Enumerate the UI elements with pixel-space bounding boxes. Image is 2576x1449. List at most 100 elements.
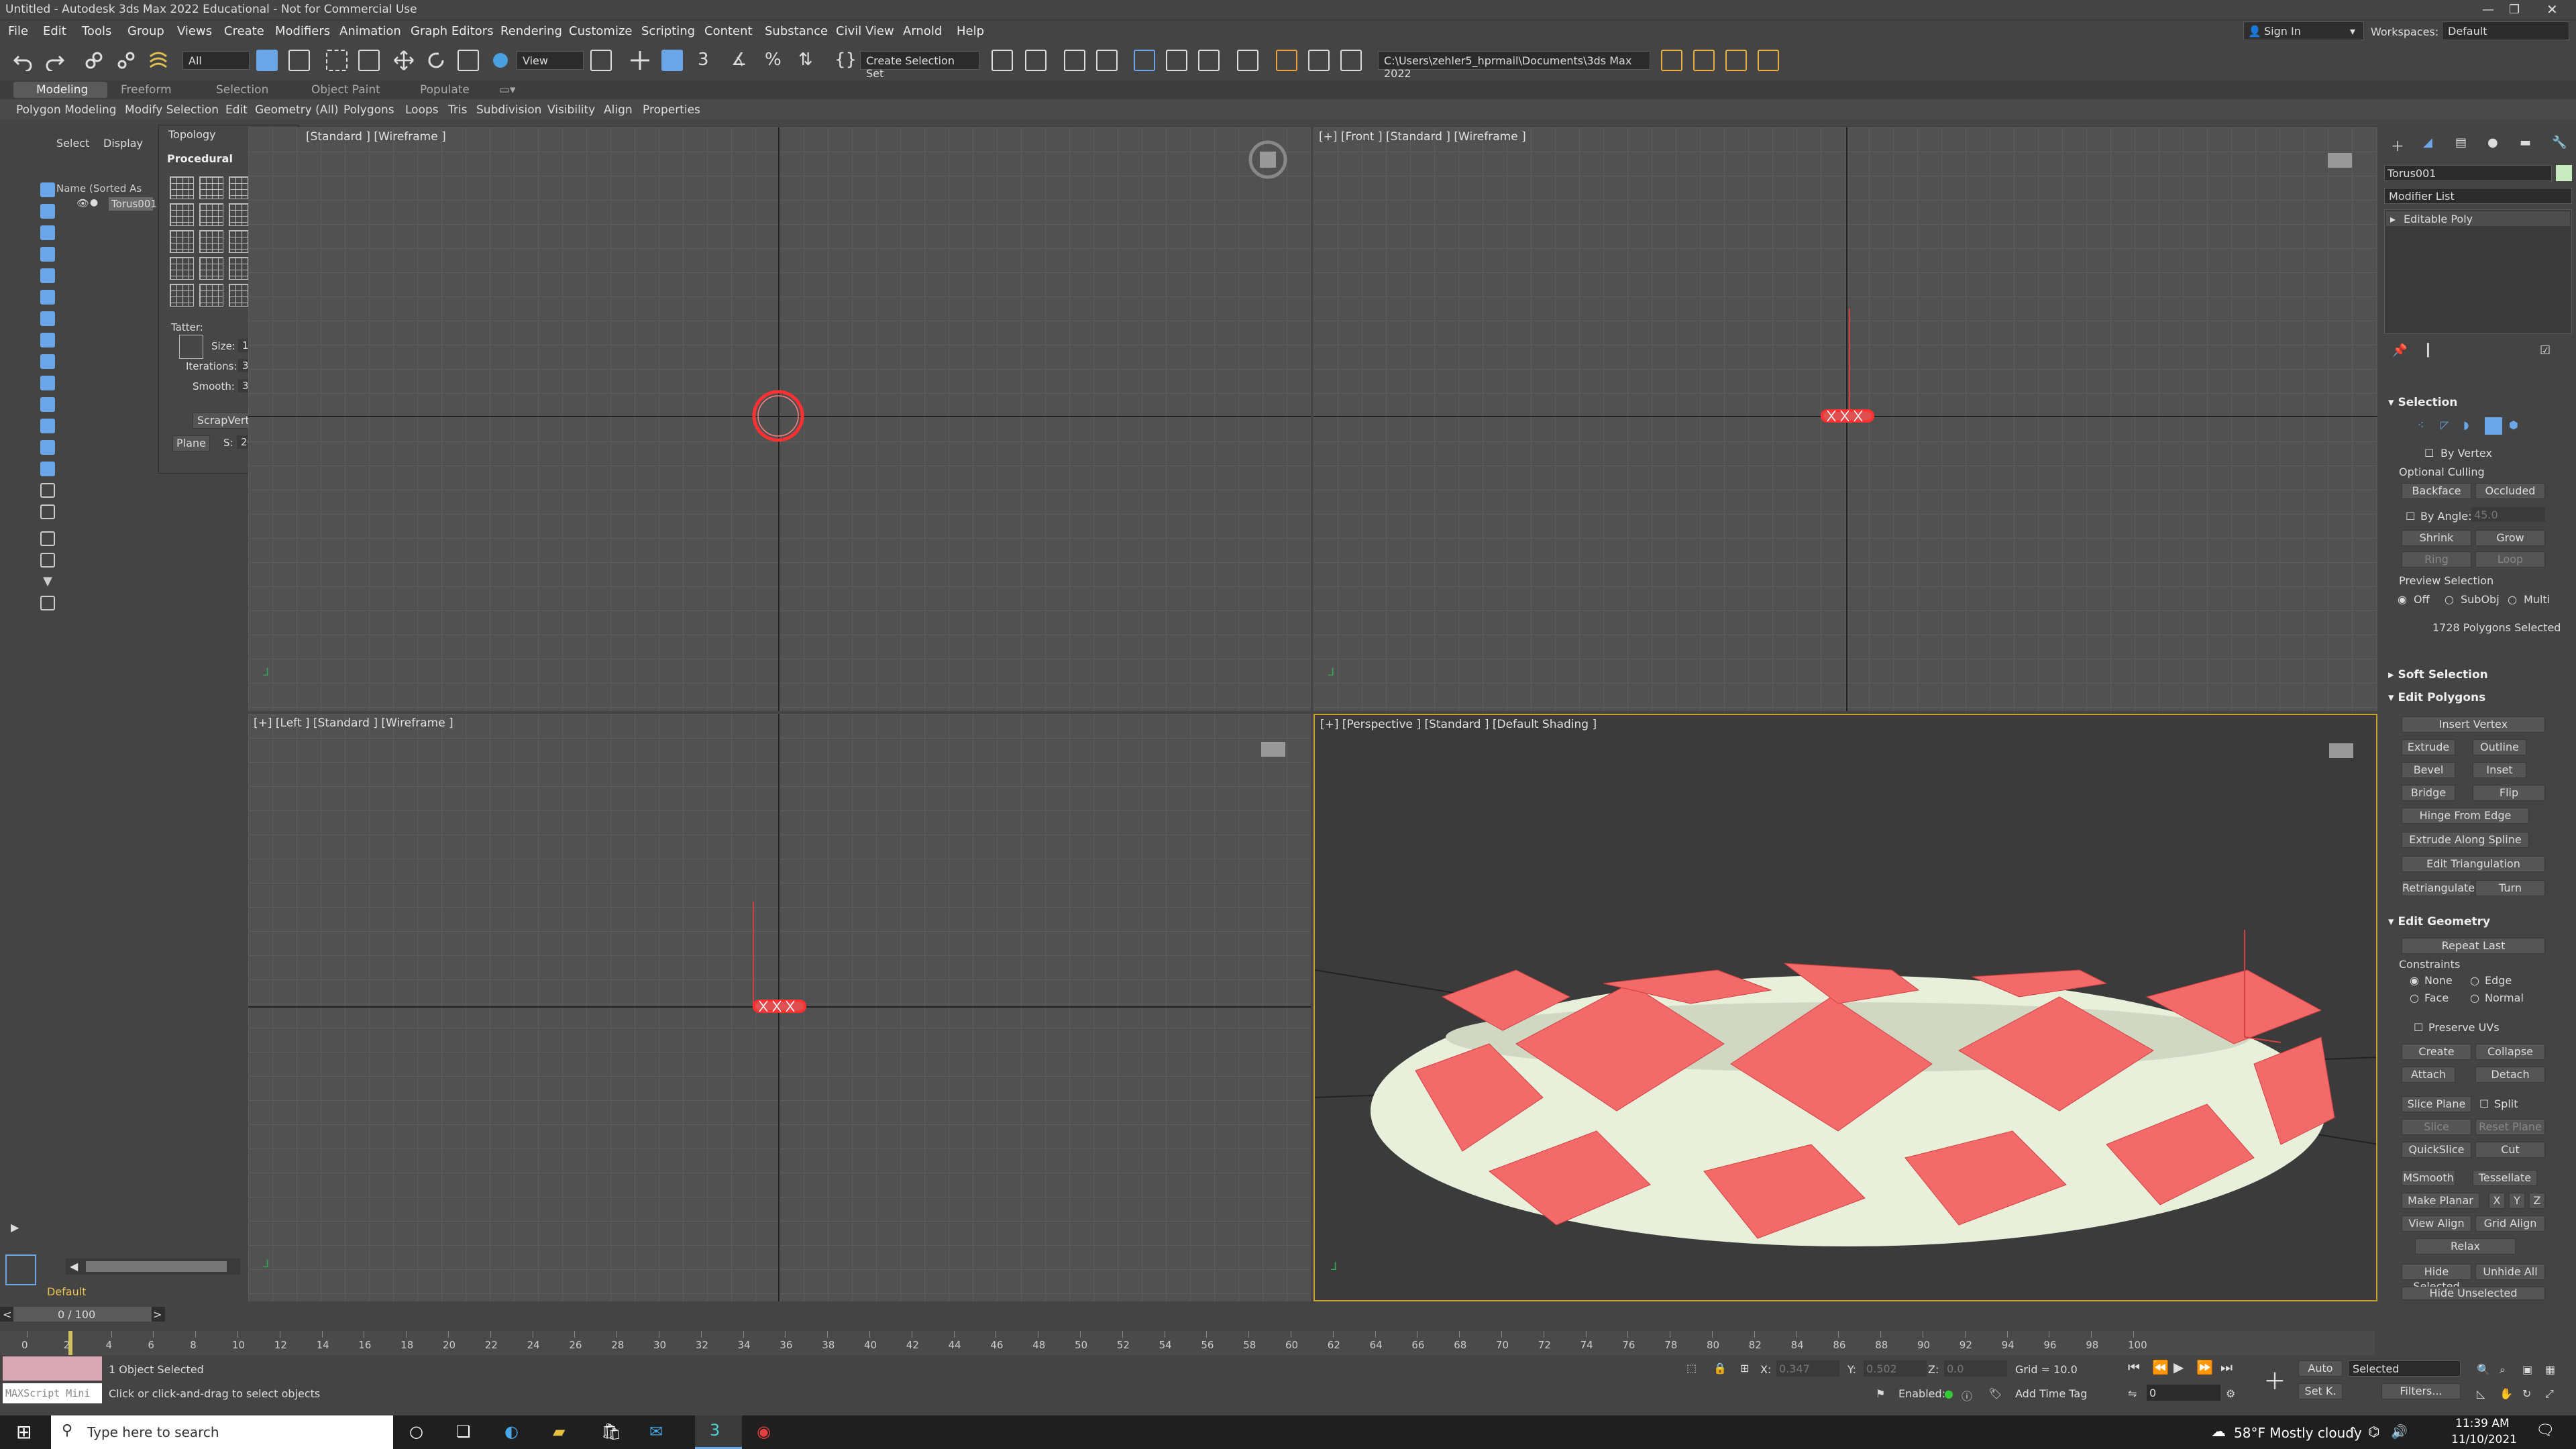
time-slider-next-icon[interactable]: > — [153, 1308, 162, 1321]
ribbon-align[interactable]: Align — [604, 103, 633, 117]
display-shapes-icon[interactable] — [40, 225, 55, 240]
rotate-icon[interactable] — [425, 50, 447, 71]
notifications-icon[interactable]: 🗨 — [2536, 1422, 2555, 1439]
split-checkbox[interactable]: ☐ — [2479, 1097, 2489, 1110]
hinge-from-edge-button[interactable]: Hinge From Edge — [2402, 808, 2529, 824]
keyboard-shortcut-override-icon[interactable] — [661, 50, 683, 71]
select-object-icon[interactable] — [256, 50, 278, 71]
rectangular-selection-icon[interactable] — [326, 50, 347, 71]
ring-button[interactable]: Ring — [2402, 551, 2471, 568]
menu-content[interactable]: Content — [704, 24, 753, 38]
expand-triangle-icon[interactable]: ▸ — [2390, 213, 2396, 225]
open-folder-icon[interactable] — [1693, 50, 1715, 71]
reset-plane-button[interactable]: Reset Plane — [2475, 1119, 2545, 1135]
menu-customize[interactable]: Customize — [569, 24, 632, 38]
ribbon-polygons[interactable]: Polygons — [343, 103, 394, 117]
backface-button[interactable]: Backface — [2402, 483, 2471, 499]
procedural-pattern-icon[interactable] — [170, 230, 194, 253]
display-hidden-icon[interactable] — [40, 440, 55, 455]
maxscript-listener[interactable] — [3, 1356, 102, 1381]
field-of-view-icon[interactable]: ◺ — [2477, 1387, 2485, 1400]
viewport-left-label[interactable]: [+] [Left ] [Standard ] [Wireframe ] — [254, 716, 453, 730]
procedural-heading[interactable]: Procedural — [167, 152, 233, 165]
viewcube-icon[interactable] — [1248, 140, 1288, 180]
weather-icon[interactable]: ☁ — [2211, 1424, 2226, 1440]
hierarchy-tab-icon[interactable]: ▤ — [2455, 136, 2467, 150]
tab-modeling[interactable]: Modeling — [36, 83, 88, 97]
undo-icon[interactable] — [12, 50, 34, 71]
constraint-face-radio[interactable]: ○ — [2410, 991, 2419, 1004]
move-icon[interactable] — [393, 50, 415, 71]
object-color-swatch[interactable] — [2556, 165, 2572, 181]
zoom-all-icon[interactable]: ⌕ — [2500, 1363, 2506, 1377]
preserve-uvs-checkbox[interactable]: ☐ — [2414, 1021, 2423, 1034]
filter-icon[interactable]: ▼ — [40, 574, 55, 589]
time-tag-icon[interactable]: 🏷 — [1988, 1387, 2002, 1400]
pivot-center-icon[interactable] — [590, 50, 612, 71]
planar-z-button[interactable]: Z — [2529, 1193, 2545, 1209]
viewport-left[interactable]: [+] [Left ] [Standard ] [Wireframe ] ⅃ — [248, 714, 1311, 1301]
viewport-perspective[interactable]: [+] [Perspective ] [Standard ] [Default … — [1313, 714, 2377, 1301]
window-crossing-icon[interactable] — [358, 50, 380, 71]
time-config-icon[interactable]: ⚙ — [2226, 1387, 2235, 1400]
motion-tab-icon[interactable]: ● — [2487, 136, 2498, 150]
scene-scrollbar[interactable]: ◀ — [66, 1258, 240, 1275]
insert-vertex-button[interactable]: Insert Vertex — [2402, 716, 2545, 733]
menu-edit[interactable]: Edit — [43, 24, 66, 38]
display-bones-icon[interactable] — [40, 376, 55, 390]
utilities-tab-icon[interactable]: 🔧 — [2552, 136, 2567, 150]
timeline-track[interactable]: 0 2 4 6 8 10 12 14 16 18 20 22 24 26 28 30 32 34 36 38 40 42 4… — [0, 1331, 2375, 1355]
time-slider[interactable]: < 0 / 100 > — [0, 1307, 165, 1322]
create-button[interactable]: Create — [2402, 1044, 2471, 1060]
viewport-front[interactable]: [+] [Front ] [Standard ] [Wireframe ] ⅃ — [1313, 127, 2377, 711]
select-manipulate-icon[interactable] — [629, 50, 651, 71]
display-geometry-icon[interactable] — [40, 204, 55, 219]
viewcube-icon[interactable] — [1261, 742, 1285, 757]
x-coordinate-field[interactable]: 0.347 — [1776, 1360, 1839, 1377]
pan-view-icon[interactable]: ✋ — [2500, 1387, 2513, 1400]
menu-help[interactable]: Help — [957, 24, 984, 38]
ribbon-tris[interactable]: Tris — [448, 103, 467, 117]
procedural-pattern-icon[interactable] — [199, 176, 223, 199]
selection-filter-dropdown[interactable]: All — [182, 51, 250, 70]
ribbon-edit[interactable]: Edit — [225, 103, 248, 117]
inset-button[interactable]: Inset — [2473, 762, 2526, 778]
place-icon[interactable] — [490, 50, 511, 71]
scale-icon[interactable] — [458, 50, 479, 71]
viewport-front-label[interactable]: [+] [Front ] [Standard ] [Wireframe ] — [1319, 130, 1526, 144]
menu-substance[interactable]: Substance — [765, 24, 828, 38]
3dsmax-taskbar-icon[interactable]: 3 — [695, 1415, 742, 1449]
menu-file[interactable]: File — [8, 24, 28, 38]
viewcube-icon[interactable] — [2328, 153, 2352, 168]
menu-arnold[interactable]: Arnold — [903, 24, 942, 38]
display-none-all-icon[interactable] — [40, 483, 55, 498]
preview-off-radio[interactable]: ◉ — [2398, 593, 2407, 606]
gizmo-z-axis[interactable] — [753, 902, 754, 1006]
display-all-icon[interactable] — [40, 462, 55, 476]
spinner-snap-icon[interactable]: ⇅ — [798, 50, 813, 70]
redo-icon[interactable] — [44, 50, 66, 71]
save-folder-icon[interactable] — [1725, 50, 1747, 71]
edge-subobj-icon[interactable]: ◸ — [2440, 419, 2449, 431]
link-icon[interactable] — [83, 50, 105, 71]
volume-icon[interactable]: 🔊 — [2391, 1424, 2408, 1440]
enabled-status-icon[interactable]: ● — [1944, 1387, 1953, 1400]
workspace-dropdown[interactable]: Default — [2442, 21, 2569, 40]
torus-left-wireframe[interactable] — [753, 998, 806, 1014]
viewport-top[interactable]: [Standard ] [Wireframe ] ⅃ — [248, 127, 1311, 711]
slice-button[interactable]: Slice — [2402, 1119, 2471, 1135]
play-icon[interactable]: ▶ — [2174, 1359, 2184, 1375]
display-none-icon[interactable] — [40, 182, 55, 197]
quickslice-button[interactable]: QuickSlice — [2402, 1142, 2471, 1158]
menu-views[interactable]: Views — [177, 24, 212, 38]
plane-button[interactable]: Plane — [172, 435, 210, 451]
selection-rollout-header[interactable]: ▾ Selection — [2388, 396, 2457, 409]
procedural-pattern-icon[interactable] — [170, 257, 194, 280]
bevel-button[interactable]: Bevel — [2402, 762, 2455, 778]
clock-time[interactable]: 11:39 AM — [2455, 1417, 2510, 1430]
current-frame-field[interactable]: 0 — [2147, 1385, 2220, 1401]
retriangulate-button[interactable]: Retriangulate — [2402, 880, 2475, 896]
sort-icon[interactable] — [40, 531, 55, 546]
select-by-name-icon[interactable] — [288, 50, 310, 71]
menu-modifiers[interactable]: Modifiers — [275, 24, 330, 38]
